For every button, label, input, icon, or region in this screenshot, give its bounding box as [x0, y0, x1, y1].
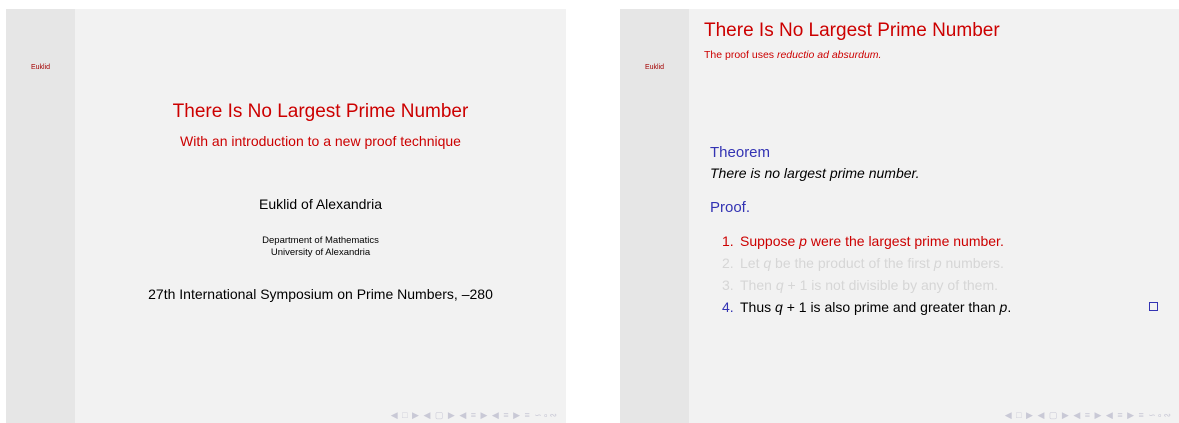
proof-step: 2. Let q be the product of the first p nu… — [722, 252, 1162, 274]
step-text: Let — [740, 255, 764, 271]
university-line: University of Alexandria — [270, 247, 371, 258]
step-number: 1. — [722, 233, 734, 249]
frame-subtitle-emphasis: reductio ad absurdum. — [776, 49, 882, 61]
step-text: Suppose — [740, 233, 800, 249]
step-text: + 1 is not divisible by any of them. — [783, 277, 998, 293]
step-number: 3. — [722, 277, 734, 293]
proof-label: Proof. — [710, 199, 751, 216]
sidebar: Euklid — [6, 9, 75, 423]
step-text: be the product of the first — [771, 255, 934, 271]
step-variable: q — [775, 299, 783, 315]
step-variable: p — [799, 233, 807, 249]
author-name: Euklid of Alexandria — [259, 196, 382, 212]
step-text: Then — [740, 277, 776, 293]
navigation-symbols[interactable]: ◀ □ ▶ ◀ ▢ ▶ ◀ ≡ ▶ ◀ ≡ ▶ ≡ ∽∘∾ — [1005, 410, 1172, 421]
proof-step: 1. Suppose p were the largest prime numbe… — [722, 230, 1162, 252]
step-text: Thus — [740, 299, 776, 315]
title-slide: Euklid There Is No Largest Prime Number … — [6, 9, 566, 423]
theorem-label: Theorem — [710, 144, 771, 161]
step-variable: q — [763, 255, 772, 271]
step-text: numbers. — [941, 255, 1004, 271]
step-number: 4. — [722, 299, 734, 315]
presentation-subtitle: With an introduction to a new proof tech… — [180, 133, 461, 149]
presentation-date: 27th International Symposium on Prime Nu… — [148, 286, 493, 302]
navigation-symbols[interactable]: ◀ □ ▶ ◀ ▢ ▶ ◀ ≡ ▶ ◀ ≡ ▶ ≡ ∽∘∾ — [391, 410, 558, 421]
frame-subtitle-text: The proof uses — [704, 49, 777, 61]
institute: Department of Mathematics University of … — [75, 235, 566, 259]
step-text: + 1 is also prime and greater than — [782, 299, 1000, 315]
department-line: Department of Mathematics — [262, 235, 379, 246]
presentation-title: There Is No Largest Prime Number — [172, 101, 469, 122]
step-variable: p — [933, 255, 942, 271]
frame-title: There Is No Largest Prime Number — [704, 20, 1000, 41]
sidebar-nav-link[interactable]: Euklid — [6, 64, 75, 71]
step-text: . — [1007, 299, 1012, 315]
theorem-text: There is no largest prime number. — [710, 165, 920, 181]
sidebar-nav-link[interactable]: Euklid — [620, 64, 689, 71]
step-variable: q — [775, 277, 784, 293]
qed-icon — [1149, 302, 1158, 311]
sidebar: Euklid — [620, 9, 689, 423]
proof-step: 3. Then q + 1 is not divisible by any of … — [722, 274, 1162, 296]
proof-slide: Euklid There Is No Largest Prime Number … — [620, 9, 1179, 423]
proof-step: 4. Thus q + 1 is also prime and greater t… — [722, 296, 1162, 318]
frame-subtitle: The proof uses reductio ad absurdum. — [704, 49, 881, 61]
proof-steps: 1. Suppose p were the largest prime numbe… — [722, 230, 1162, 318]
step-number: 2. — [722, 255, 734, 271]
step-text: were the largest prime number. — [806, 233, 1004, 249]
